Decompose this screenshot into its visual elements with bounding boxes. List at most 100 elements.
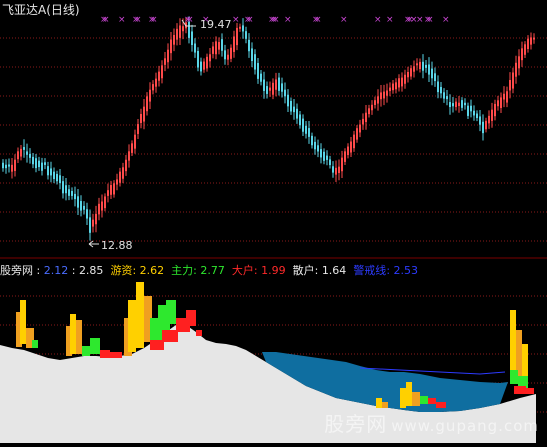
- watermark-url: www.gupang.com: [391, 417, 539, 435]
- indicator-bar: [166, 300, 176, 324]
- candle-body: [236, 27, 238, 46]
- candle-body: [518, 56, 520, 69]
- candle-body: [257, 63, 259, 79]
- candle-body: [38, 160, 40, 168]
- candle-body: [305, 125, 307, 134]
- candle-body: [335, 167, 337, 175]
- candle-body: [449, 102, 451, 108]
- signal-marker-icon: ×: [232, 15, 240, 25]
- candle-body: [92, 219, 94, 227]
- candle-body: [182, 26, 184, 32]
- legend-sanhu-value: 1.64: [321, 264, 347, 277]
- candle-body: [311, 135, 313, 146]
- candle-body: [317, 145, 319, 152]
- candle-body: [68, 189, 70, 196]
- signal-marker-icon: ×: [150, 15, 158, 25]
- candle-body: [143, 106, 145, 122]
- candle-body: [203, 61, 205, 70]
- candle-body: [452, 103, 454, 107]
- candle-body: [122, 167, 124, 179]
- candle-body: [506, 91, 508, 103]
- candle-body: [353, 134, 355, 149]
- legend-indicator-name: 股旁网: [0, 264, 33, 277]
- signal-marker-icon: ×: [186, 15, 194, 25]
- candle-body: [251, 48, 253, 62]
- candle-body: [266, 86, 268, 94]
- candle-body: [509, 80, 511, 91]
- candle-body: [320, 149, 322, 158]
- indicator-bar: [20, 300, 26, 344]
- candle-body: [62, 181, 64, 194]
- candle-body: [74, 193, 76, 200]
- candle-body: [350, 141, 352, 153]
- candle-body: [500, 97, 502, 109]
- candle-body: [530, 37, 532, 45]
- candle-body: [146, 96, 148, 112]
- candle-body: [524, 44, 526, 55]
- kline-chart[interactable]: ×× × ×× ×× ×× × × ×× ××× × ×× × × × ×××× ×× ×: [0, 0, 547, 443]
- candle-body: [47, 166, 49, 176]
- candle-body: [515, 62, 517, 77]
- candle-body: [239, 26, 241, 29]
- indicator-bar: [136, 282, 144, 348]
- candle-body: [254, 54, 256, 70]
- low-arrow-icon: [88, 240, 99, 248]
- indicator-bar: [90, 338, 100, 354]
- candle-body: [341, 157, 343, 172]
- candle-body: [215, 41, 217, 55]
- legend-youzi-label: 游资: [110, 264, 133, 277]
- candle-body: [347, 146, 349, 156]
- candle-body: [284, 89, 286, 97]
- indicator-bar: [196, 330, 202, 336]
- candle-body: [488, 115, 490, 124]
- signal-marker-icon: ×: [374, 15, 382, 25]
- candle-body: [428, 64, 430, 75]
- candle-body: [374, 100, 376, 105]
- legend-youzi-value: 2.62: [139, 264, 165, 277]
- indicator-bar: [162, 330, 178, 342]
- candle-body: [464, 102, 466, 106]
- candle-body: [128, 151, 130, 161]
- candle-body: [44, 162, 46, 165]
- candle-body: [224, 50, 226, 60]
- legend-sep: :: [253, 264, 258, 277]
- legend-zhuli-label: 主力: [171, 264, 194, 277]
- candle-body: [467, 105, 469, 116]
- candle-body: [71, 191, 73, 196]
- candle-body: [155, 78, 157, 87]
- candle-body: [485, 120, 487, 130]
- candle-body: [395, 82, 397, 90]
- candle-body: [431, 68, 433, 79]
- candle-body: [98, 203, 100, 215]
- candle-body: [191, 31, 193, 46]
- signal-marker-icon: ×: [272, 15, 280, 25]
- candle-body: [299, 114, 301, 126]
- high-price-value: 19.47: [200, 18, 232, 31]
- candle-body: [272, 82, 274, 95]
- candle-body: [113, 183, 115, 195]
- candle-body: [59, 175, 61, 184]
- low-price-value: 12.88: [101, 239, 133, 252]
- indicator-bar: [526, 388, 534, 394]
- legend-sep: :: [193, 264, 197, 277]
- candle-body: [80, 201, 82, 211]
- candle-body: [95, 213, 97, 225]
- candle-body: [212, 46, 214, 54]
- candle-body: [197, 50, 199, 68]
- candle-body: [482, 121, 484, 134]
- candle-body: [356, 128, 358, 140]
- indicator-bar: [110, 352, 122, 358]
- candle-body: [14, 159, 16, 171]
- candle-body: [533, 37, 535, 40]
- candle-body: [461, 100, 463, 108]
- candle-body: [134, 134, 136, 149]
- candle-body: [401, 77, 403, 87]
- legend-warn-label: 警戒线: [353, 264, 387, 277]
- indicator-bar: [128, 300, 136, 352]
- signal-marker-icon: ×: [102, 15, 110, 25]
- legend-sep: :: [36, 264, 41, 277]
- candle-body: [497, 100, 499, 107]
- legend-value-1: 2.12: [43, 264, 69, 277]
- candle-body: [5, 164, 7, 169]
- candle-body: [56, 173, 58, 182]
